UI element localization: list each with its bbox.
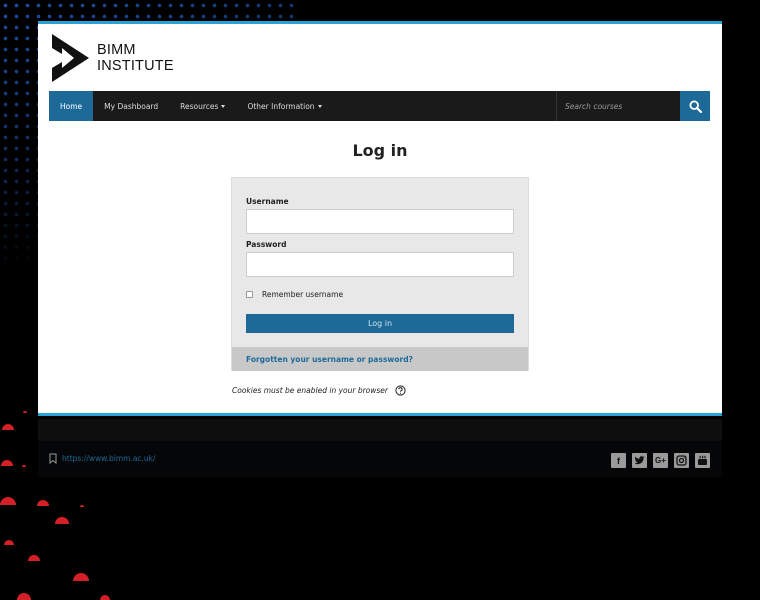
brand-name-line1: BIMM [97,42,136,58]
search-input[interactable] [556,91,680,121]
password-field[interactable] [246,252,514,277]
brand-logo[interactable]: BIMM INSTITUTE [52,34,174,82]
footer: https://www.bimm.ac.uk/ f G+ [38,441,722,477]
search-icon [688,99,702,113]
page-container: BIMM INSTITUTE Home My Dashboard Resourc… [38,21,722,416]
nav-item-dashboard[interactable]: My Dashboard [93,91,169,121]
page-title: Log in [352,141,408,160]
username-label: Username [246,197,289,206]
login-form: Username Password Remember username Log … [231,177,529,371]
twitter-icon[interactable] [632,453,647,468]
cookies-notice: Cookies must be enabled in your browser [232,385,406,396]
forgot-password-bar: Forgotten your username or password? [232,347,528,371]
help-icon[interactable] [395,385,406,396]
caret-down-icon [221,104,226,108]
social-links: f G+ [611,453,710,468]
caret-down-icon [317,104,322,108]
nav-item-resources[interactable]: Resources [169,91,236,121]
username-field[interactable] [246,209,514,234]
main-navbar: Home My Dashboard Resources Other Inform… [49,91,710,121]
facebook-icon[interactable]: f [611,453,626,468]
cookies-notice-text: Cookies must be enabled in your browser [232,386,389,395]
remember-username-label: Remember username [262,290,344,299]
search-button[interactable] [680,91,710,121]
youtube-icon[interactable] [695,453,710,468]
forgot-password-link[interactable]: Forgotten your username or password? [246,355,413,364]
nav-item-label: My Dashboard [104,101,159,111]
brand-name-line2: INSTITUTE [97,58,174,74]
footer-website-link[interactable]: https://www.bimm.ac.uk/ [49,453,156,464]
footer-link-text: https://www.bimm.ac.uk/ [62,454,156,463]
bookmark-icon [49,453,57,464]
nav-item-label: Home [60,101,83,111]
password-label: Password [246,240,287,249]
remember-username: Remember username [246,290,343,299]
bimm-logo-icon [52,34,89,82]
google-plus-icon[interactable]: G+ [653,453,668,468]
nav-item-label: Resources [180,101,219,111]
remember-username-checkbox[interactable] [246,291,253,298]
footer-band [38,419,722,441]
nav-item-other-information[interactable]: Other Information [236,91,332,121]
nav-item-label: Other Information [247,101,315,111]
instagram-icon[interactable] [674,453,689,468]
login-button[interactable]: Log in [246,314,514,333]
nav-item-home[interactable]: Home [49,91,94,121]
